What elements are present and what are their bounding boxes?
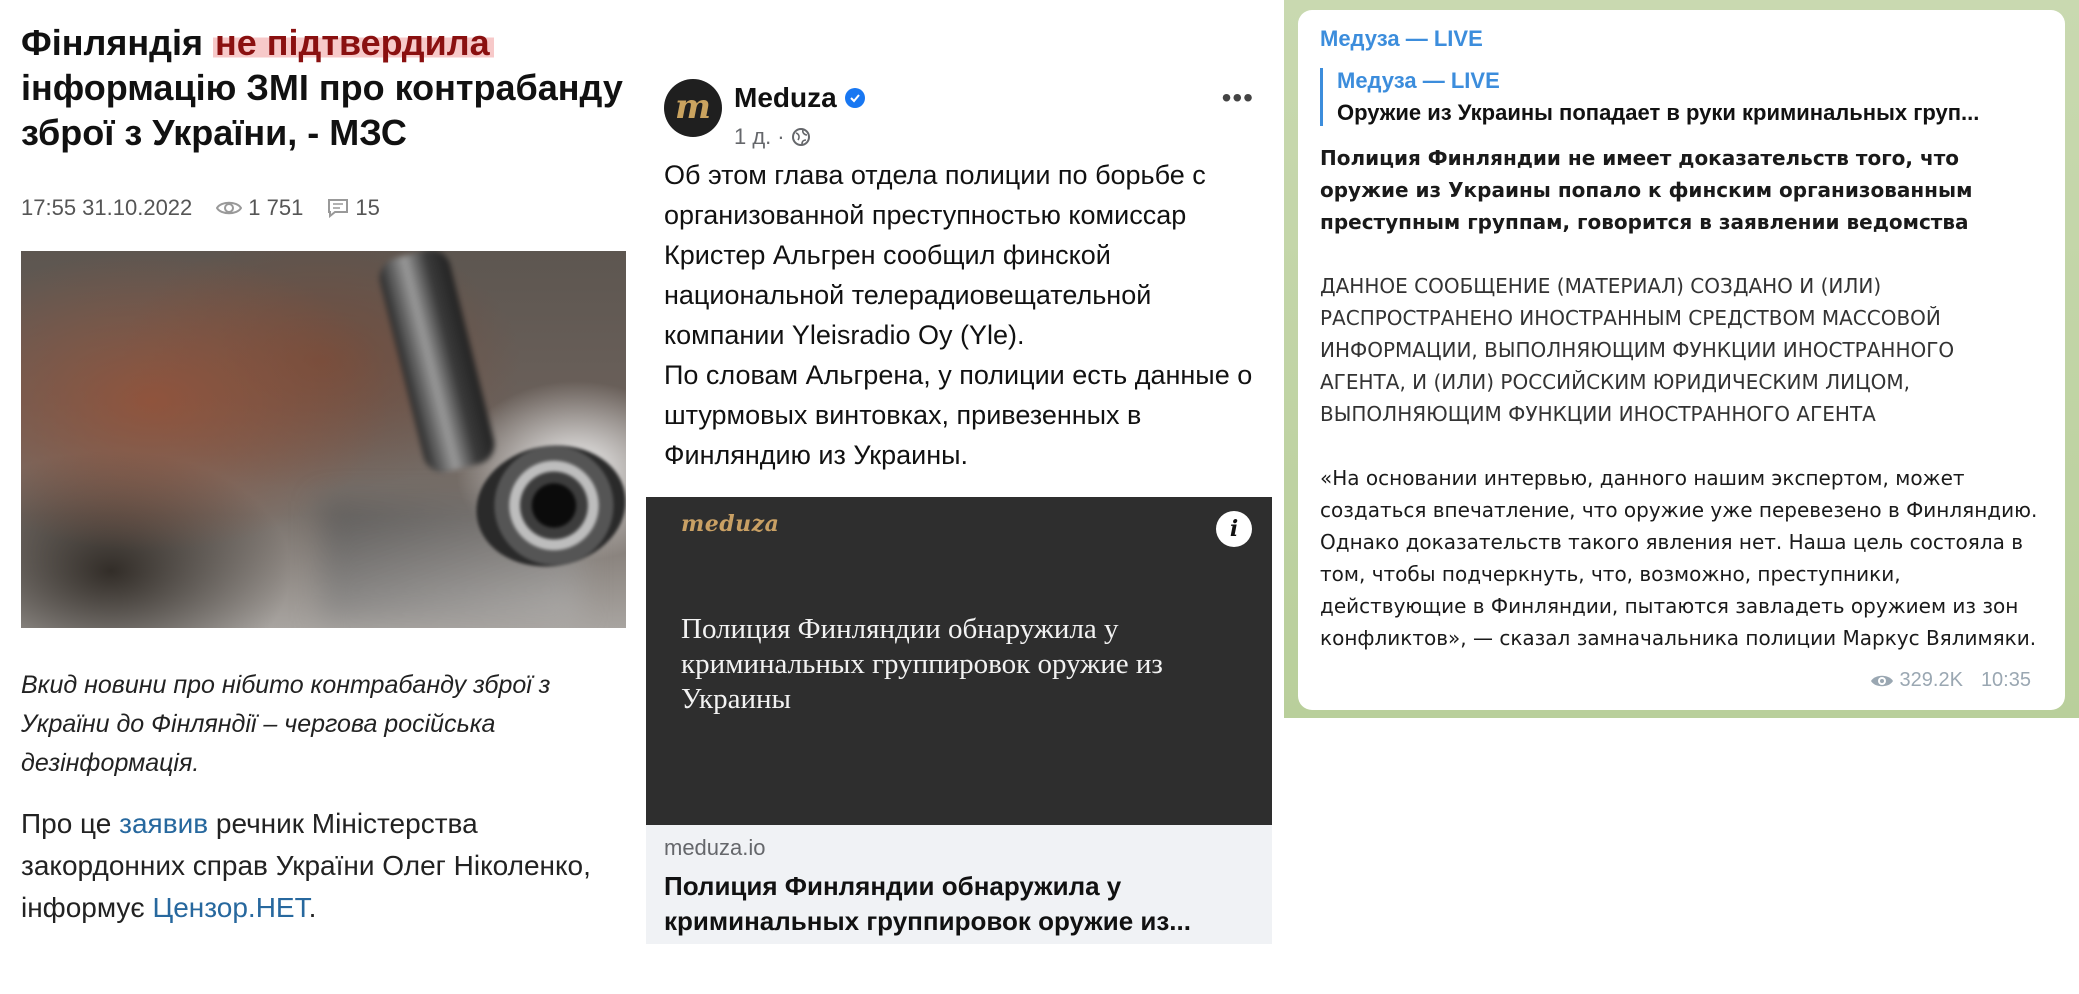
link-preview-card[interactable]: meduza i Полиция Финляндии обнаружила у … (646, 497, 1272, 944)
news-article: Фінляндія не підтвердила інформацію ЗМІ … (21, 20, 631, 929)
article-lead: Вкид новини про нібито контрабанду зброї… (21, 671, 551, 777)
message-bold-paragraph: Полиция Финляндии не имеет доказательств… (1320, 146, 1973, 234)
post-text: Об этом глава отдела полиции по борьбе с… (664, 160, 1253, 470)
eye-icon (216, 201, 243, 215)
article-photo-rifle (21, 251, 626, 628)
views-count: 1 751 (248, 195, 304, 220)
message-body: Полиция Финляндии не имеет доказательств… (1320, 142, 2040, 686)
avatar[interactable]: m (664, 79, 722, 137)
views-count: 329.2K (1899, 669, 1963, 691)
message-time: 10:35 (1980, 669, 2031, 691)
message-quote: «На основании интервью, данного нашим эк… (1320, 466, 2038, 650)
foreign-agent-notice: ДАННОЕ СООБЩЕНИЕ (МАТЕРИАЛ) СОЗДАНО И (И… (1320, 274, 1955, 426)
views-counter: 1 751 (216, 195, 303, 221)
link-preview-image-title: Полиция Финляндии обнаружила у криминаль… (681, 613, 1163, 715)
link-preview-image[interactable]: meduza i Полиция Финляндии обнаружила у … (646, 497, 1272, 825)
headline-start: Фінляндія (21, 22, 203, 63)
reply-quote[interactable]: Медуза — LIVE Оружие из Украины попадает… (1320, 68, 2057, 126)
article-headline: Фінляндія не підтвердила інформацію ЗМІ … (21, 20, 631, 155)
meduza-logo: meduza (681, 511, 780, 537)
reply-channel-name: Медуза — LIVE (1337, 68, 1500, 93)
message-stats: 329.2K 10:35 (1870, 669, 2031, 692)
more-options-icon[interactable]: ••• (1222, 82, 1254, 114)
comment-icon (328, 199, 349, 218)
info-icon[interactable]: i (1216, 511, 1252, 547)
comments-count: 15 (355, 195, 380, 220)
facebook-post: m Meduza 1 д. · ••• Об этом глава отдела… (646, 72, 1272, 944)
article-body: Про це заявив речник Міністерства закорд… (21, 808, 591, 923)
reply-text: Оружие из Украины попадает в руки кримин… (1337, 100, 1980, 125)
link-preview-footer[interactable]: meduza.io Полиция Финляндии обнаружила у… (646, 825, 1272, 944)
headline-highlight: не підтвердила (212, 22, 494, 63)
post-time: 1 д. · (734, 124, 811, 150)
eye-icon (1870, 675, 1893, 686)
globe-icon (791, 128, 810, 146)
telegram-message: Медуза — LIVE Медуза — LIVE Оружие из Ук… (1298, 10, 2065, 710)
comments-counter[interactable]: 15 (327, 195, 380, 221)
post-header: m Meduza 1 д. · ••• (646, 72, 1272, 150)
headline-rest: інформацію ЗМІ про контрабанду зброї з У… (21, 67, 623, 153)
source-link-censor[interactable]: Цензор.НЕТ (153, 892, 309, 923)
channel-name[interactable]: Медуза — LIVE (1320, 26, 1483, 52)
link-title[interactable]: Полиция Финляндии обнаружила у криминаль… (664, 869, 1254, 939)
link-domain: meduza.io (664, 835, 766, 860)
article-datetime: 17:55 31.10.2022 (21, 195, 193, 220)
source-link-stated[interactable]: заявив (119, 808, 208, 839)
page-name[interactable]: Meduza (734, 82, 865, 114)
verified-badge-icon (844, 88, 865, 108)
article-meta: 17:55 31.10.2022 1 751 15 (21, 195, 631, 221)
